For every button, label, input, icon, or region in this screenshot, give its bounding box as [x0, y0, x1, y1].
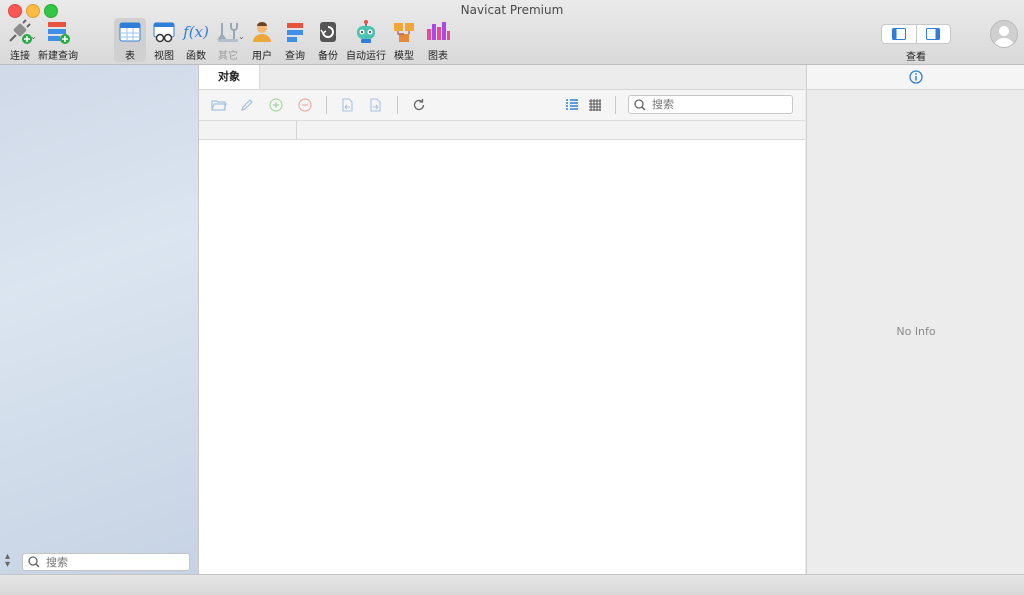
- info-panel-header: [807, 65, 1024, 90]
- import-button[interactable]: [339, 97, 355, 113]
- toolbar-user-button[interactable]: 用户: [249, 18, 275, 62]
- user-icon: [248, 18, 276, 46]
- list-view-icon: [566, 99, 578, 110]
- function-fx-text: f(x): [183, 23, 209, 41]
- toolbar-model-button[interactable]: 模型: [390, 18, 418, 62]
- toolbar-automation-button[interactable]: 自动运行: [346, 18, 386, 62]
- chart-icon: [424, 18, 452, 46]
- info-panel: No Info: [806, 65, 1024, 574]
- connection-sidebar[interactable]: ▴ ▾: [0, 65, 199, 574]
- automation-icon: [352, 18, 380, 46]
- toolbar-chart-button[interactable]: 图表: [424, 18, 452, 62]
- toolbar-model-label: 模型: [394, 51, 414, 62]
- export-icon: [370, 98, 381, 112]
- table-icon: [116, 18, 144, 46]
- model-icon: [390, 18, 418, 46]
- window-title: Navicat Premium: [460, 3, 564, 17]
- toolbar-new-query-button[interactable]: 新建查询: [38, 18, 78, 62]
- new-object-button[interactable]: [268, 97, 284, 113]
- toolbar-chart-label: 图表: [428, 51, 448, 62]
- design-object-button[interactable]: [239, 97, 255, 113]
- account-avatar-button[interactable]: [990, 20, 1018, 48]
- left-pane-icon: [891, 28, 906, 40]
- toolbar-separator: [397, 96, 398, 114]
- other-dropdown-chevron-icon[interactable]: ⌄: [238, 32, 245, 41]
- add-circle-icon: [269, 98, 283, 112]
- connection-dropdown-chevron-icon[interactable]: ⌄: [30, 32, 37, 41]
- info-icon[interactable]: [909, 70, 923, 84]
- import-icon: [342, 98, 353, 112]
- object-search-box[interactable]: [628, 95, 793, 114]
- export-button[interactable]: [367, 97, 383, 113]
- grid-view-icon: [589, 99, 601, 111]
- toggle-left-pane-button[interactable]: [881, 24, 917, 44]
- sidebar-search-input[interactable]: [44, 554, 178, 570]
- search-icon: [28, 556, 40, 568]
- toolbar-user-label: 用户: [252, 51, 272, 62]
- tab-objects[interactable]: 对象: [199, 65, 260, 89]
- view-toggle-group: [881, 24, 951, 44]
- toolbar-function-label: 函数: [186, 51, 206, 62]
- refresh-icon: [413, 99, 425, 111]
- toolbar-connection-label: 连接: [10, 51, 30, 62]
- toolbar-query-button[interactable]: 查询: [281, 18, 309, 62]
- avatar-icon: [994, 26, 1014, 47]
- toolbar-automation-label: 自动运行: [346, 51, 386, 62]
- remove-circle-icon: [298, 98, 312, 112]
- open-object-button[interactable]: [211, 97, 227, 113]
- view-icon: [150, 18, 178, 46]
- toolbar-other-label: 其它: [218, 51, 238, 62]
- toolbar-query-label: 查询: [285, 51, 305, 62]
- sidebar-search-box[interactable]: [22, 553, 190, 571]
- no-info-text: No Info: [896, 325, 936, 338]
- grid-view-button[interactable]: [587, 97, 603, 113]
- toolbar-view-button[interactable]: 视图: [150, 18, 178, 62]
- toolbar-separator: [615, 96, 616, 114]
- new-query-icon: [44, 18, 72, 46]
- refresh-button[interactable]: [411, 97, 427, 113]
- toolbar-function-button[interactable]: f(x) 函数: [182, 18, 210, 62]
- function-icon: f(x): [182, 18, 210, 46]
- query-icon: [281, 18, 309, 46]
- status-bar: [0, 574, 1024, 595]
- right-pane-icon: [926, 28, 941, 40]
- toolbar-table-label: 表: [125, 51, 135, 62]
- toolbar-table-button[interactable]: 表: [114, 18, 146, 62]
- sidebar-sort-icon[interactable]: ▴ ▾: [5, 552, 10, 570]
- search-icon: [634, 98, 646, 111]
- title-bar: Navicat Premium 连接 ⌄ 新建查询 表 视图 f(x) 函数 其…: [0, 0, 1024, 65]
- object-list[interactable]: [199, 140, 805, 574]
- view-label: 查看: [906, 52, 926, 63]
- column-header-name[interactable]: [199, 121, 297, 139]
- object-pane: 对象: [199, 65, 805, 574]
- object-list-header: [199, 121, 805, 140]
- delete-object-button[interactable]: [297, 97, 313, 113]
- toolbar-backup-label: 备份: [318, 51, 338, 62]
- list-view-button[interactable]: [564, 97, 580, 113]
- pencil-icon: [241, 99, 253, 111]
- toggle-right-pane-button[interactable]: [916, 24, 951, 44]
- toolbar-view-label: 视图: [154, 51, 174, 62]
- object-toolbar: [199, 90, 805, 121]
- object-search-input[interactable]: [650, 97, 784, 112]
- tab-bar: 对象: [199, 65, 805, 90]
- backup-icon: [314, 18, 342, 46]
- toolbar-separator: [326, 96, 327, 114]
- toolbar-new-query-label: 新建查询: [38, 51, 78, 62]
- open-folder-icon: [211, 100, 227, 111]
- toolbar-backup-button[interactable]: 备份: [314, 18, 342, 62]
